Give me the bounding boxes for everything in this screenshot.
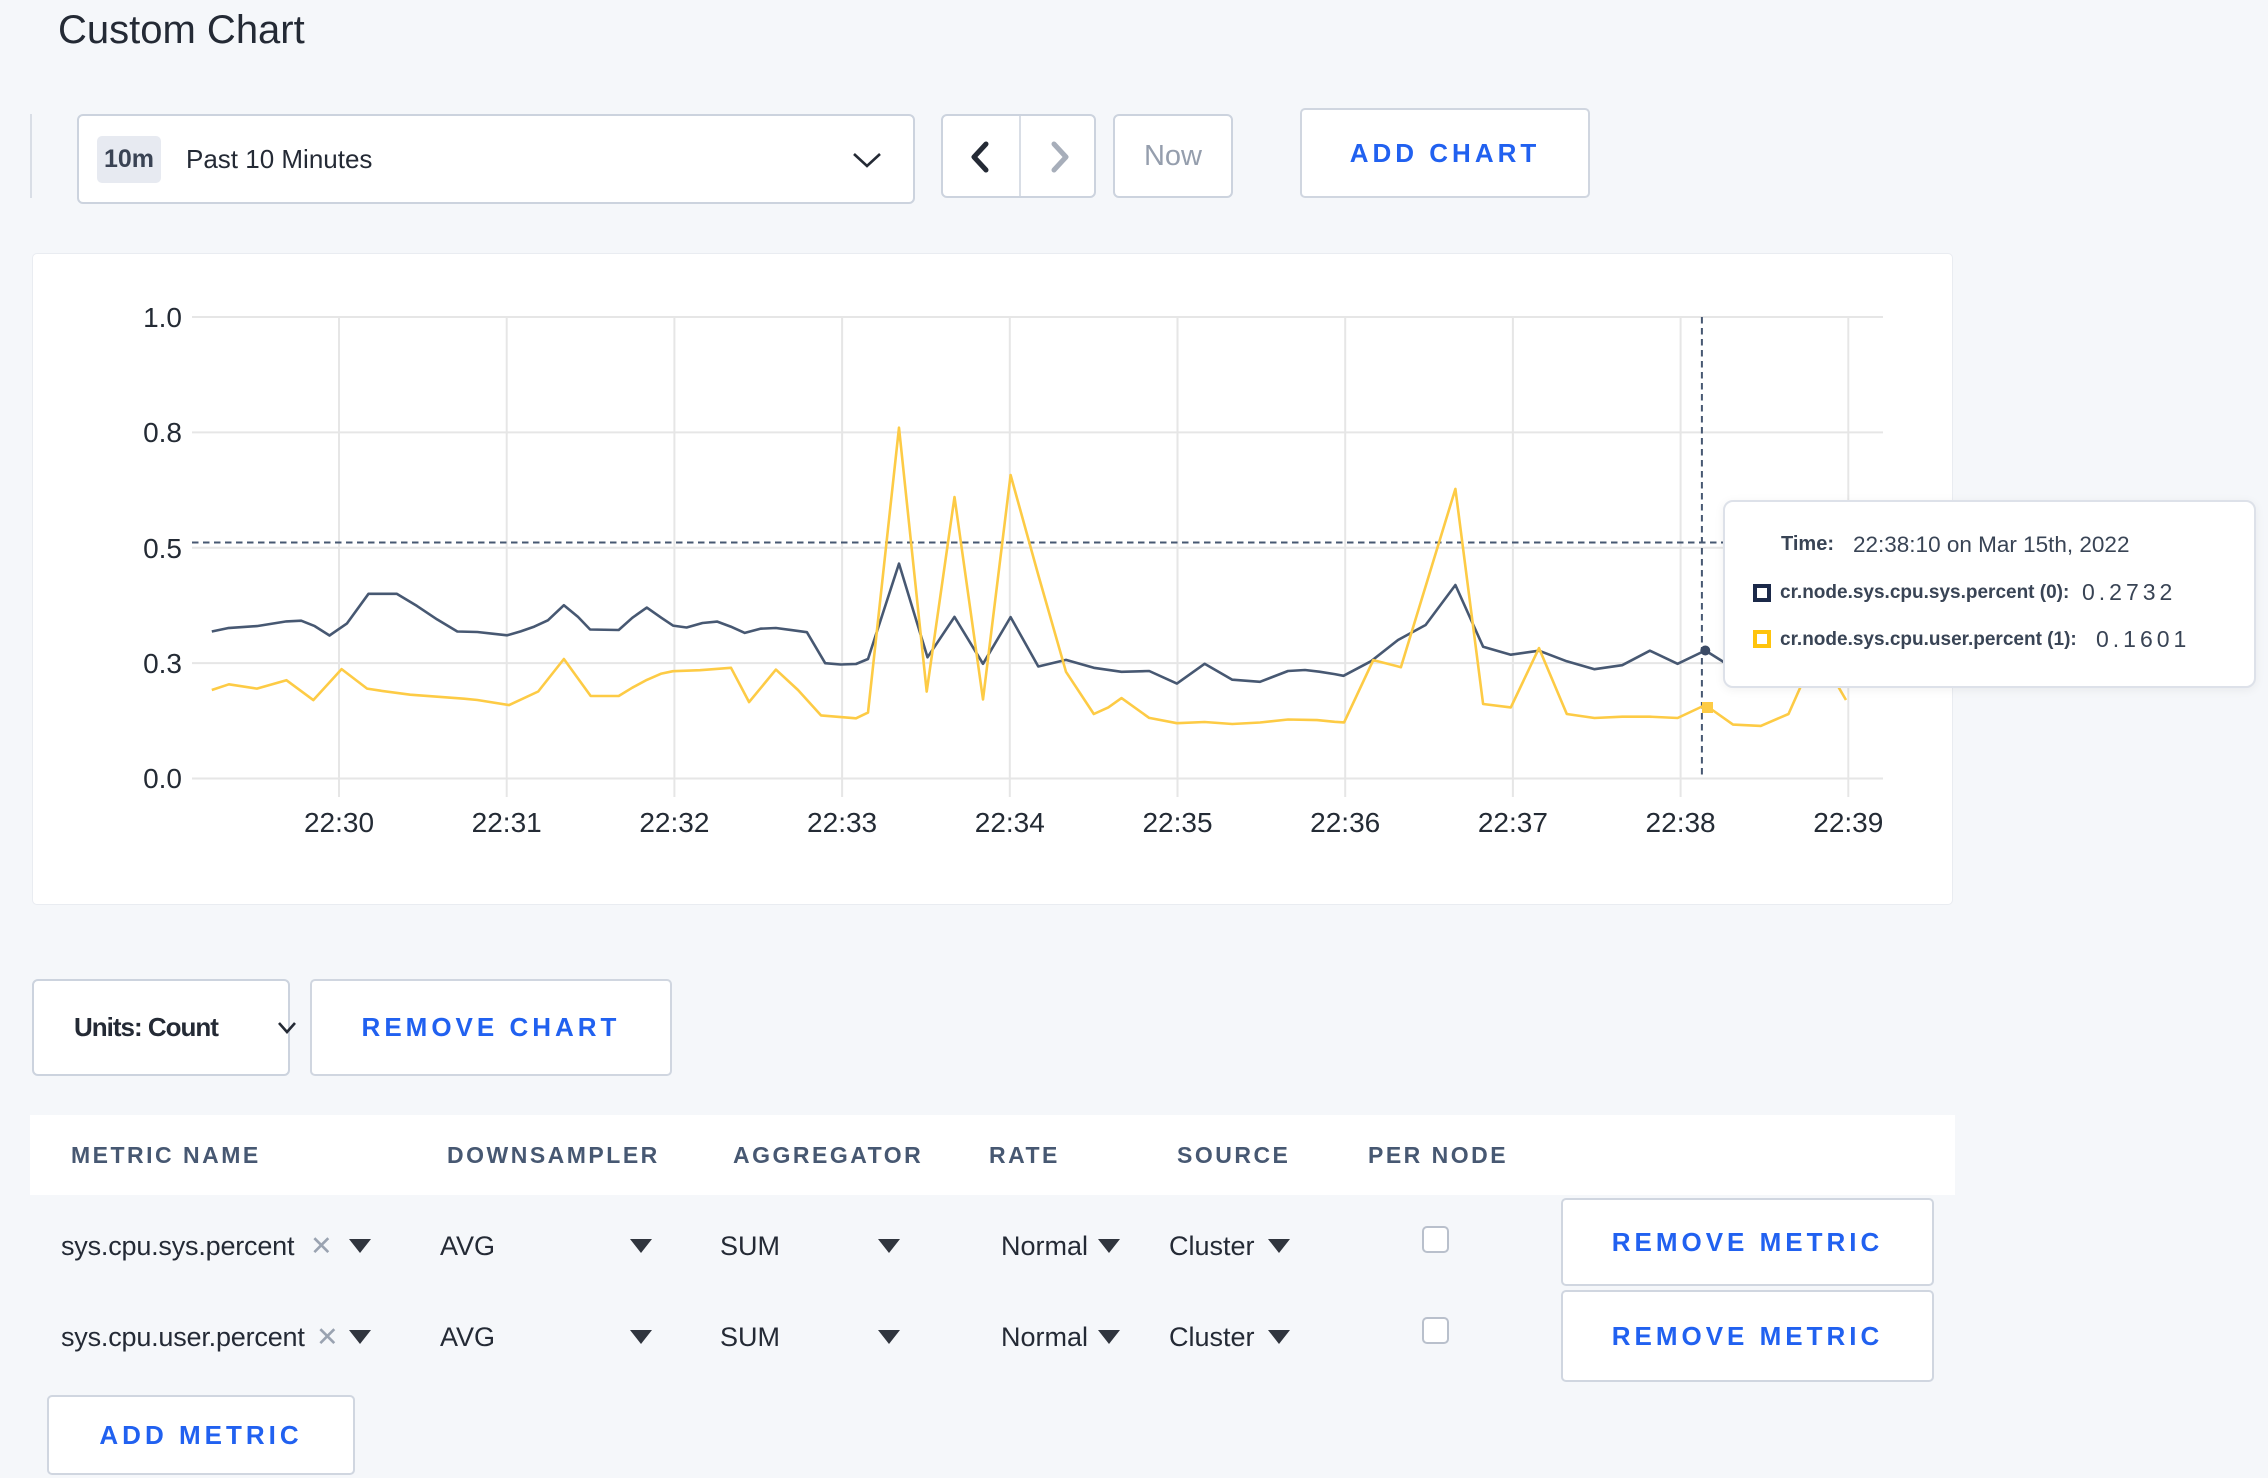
svg-text:22:35: 22:35 (1142, 807, 1212, 838)
svg-text:22:37: 22:37 (1478, 807, 1548, 838)
svg-text:22:34: 22:34 (975, 807, 1045, 838)
svg-text:0.0: 0.0 (143, 763, 182, 794)
svg-text:22:33: 22:33 (807, 807, 877, 838)
svg-text:22:39: 22:39 (1813, 807, 1883, 838)
svg-text:0.5: 0.5 (143, 533, 182, 564)
svg-text:0.3: 0.3 (143, 648, 182, 679)
svg-text:22:38: 22:38 (1646, 807, 1716, 838)
svg-text:22:32: 22:32 (639, 807, 709, 838)
svg-text:0.8: 0.8 (143, 417, 182, 448)
svg-text:22:36: 22:36 (1310, 807, 1380, 838)
svg-text:1.0: 1.0 (143, 302, 182, 333)
svg-text:22:31: 22:31 (472, 807, 542, 838)
svg-text:22:30: 22:30 (304, 807, 374, 838)
